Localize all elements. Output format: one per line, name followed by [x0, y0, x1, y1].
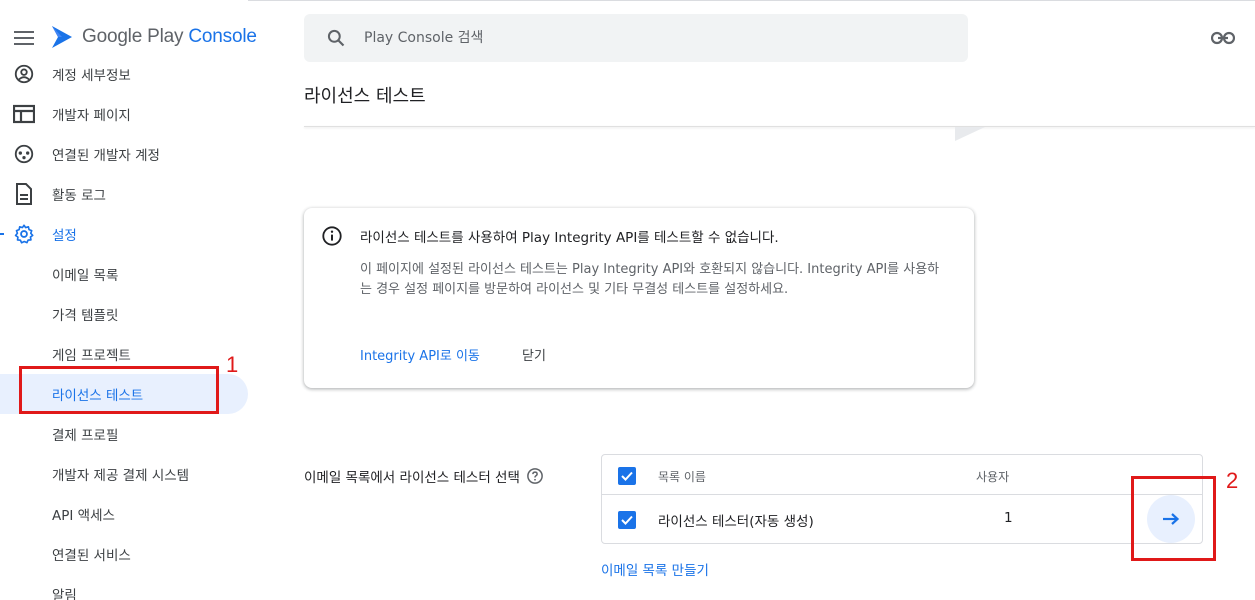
page-title: 라이선스 테스트 — [304, 86, 426, 107]
sidebar-item-activity-log[interactable]: 활동 로그 — [0, 174, 248, 214]
annotation-box-2 — [1131, 476, 1216, 561]
go-to-integrity-api-link[interactable]: Integrity API로 이동 — [360, 345, 480, 364]
sidebar-item-label: 연결된 개발자 계정 — [52, 148, 160, 164]
sidebar-item-linked-services[interactable]: 연결된 서비스 — [0, 534, 248, 574]
row-user-count: 1 — [1004, 510, 1013, 526]
linked-accounts-icon — [12, 142, 36, 166]
sidebar-item-label: 개발자 페이지 — [52, 108, 131, 124]
info-icon — [322, 226, 342, 246]
section-marker — [0, 233, 4, 235]
sidebar-item-label: 이메일 목록 — [52, 268, 119, 284]
sidebar-item-linked-developer-accounts[interactable]: 연결된 개발자 계정 — [0, 134, 248, 174]
title-divider — [304, 126, 1255, 127]
decorative-shape — [955, 127, 985, 141]
sidebar-item-label: 개발자 제공 결제 시스템 — [52, 468, 190, 484]
alert-title: 라이선스 테스트를 사용하여 Play Integrity API를 테스트할 … — [360, 230, 779, 246]
sidebar-item-developer-page[interactable]: 개발자 페이지 — [0, 94, 248, 134]
sidebar-item-label: 연결된 서비스 — [52, 548, 131, 564]
sidebar-item-label: API 액세스 — [52, 508, 115, 524]
logo-text: Google Play Console — [82, 26, 257, 48]
select-testers-label: 이메일 목록에서 라이선스 테스터 선택 — [304, 466, 544, 486]
dismiss-button[interactable]: 닫기 — [522, 345, 546, 364]
sidebar-item-settings[interactable]: 설정 — [0, 214, 248, 254]
annotation-box-1 — [19, 366, 219, 414]
sidebar-item-label: 결제 프로필 — [52, 428, 119, 444]
search-input[interactable] — [364, 30, 924, 46]
search-icon — [327, 29, 345, 47]
row-checkbox[interactable] — [618, 511, 636, 529]
sidebar-item-label: 알림 — [52, 588, 77, 600]
sidebar-item-label: 계정 세부정보 — [52, 68, 131, 84]
annotation-number-1: 1 — [226, 352, 239, 377]
sidebar-item-label: 활동 로그 — [52, 188, 106, 204]
select-testers-text: 이메일 목록에서 라이선스 테스터 선택 — [304, 470, 520, 486]
sidebar-item-payment-profile[interactable]: 결제 프로필 — [0, 414, 248, 454]
help-icon[interactable] — [526, 467, 544, 485]
row-list-name: 라이선스 테스터(자동 생성) — [658, 514, 814, 530]
annotation-number-2: 2 — [1226, 468, 1239, 493]
web-icon — [12, 102, 36, 126]
sidebar: 계정 세부정보 개발자 페이지 연결된 개발자 계정 활동 로그 설정 이메일 … — [0, 60, 248, 600]
top-border — [248, 0, 1255, 6]
create-email-list-link[interactable]: 이메일 목록 만들기 — [601, 559, 709, 579]
sidebar-item-pricing-templates[interactable]: 가격 템플릿 — [0, 294, 248, 334]
logo-console-text: Console — [188, 26, 257, 47]
sidebar-item-label: 가격 템플릿 — [52, 308, 119, 324]
menu-icon[interactable] — [14, 31, 34, 45]
gear-icon — [12, 222, 36, 246]
integrity-alert-card: 라이선스 테스트를 사용하여 Play Integrity API를 테스트할 … — [304, 208, 974, 388]
logo-google-play-text: Google Play — [82, 26, 184, 47]
table-header: 목록 이름 사용자 — [602, 455, 1202, 495]
google-play-console-logo[interactable]: Google Play Console — [50, 24, 257, 50]
sidebar-item-label: 게임 프로젝트 — [52, 348, 131, 364]
email-list-table: 목록 이름 사용자 라이선스 테스터(자동 생성) 1 — [601, 454, 1203, 544]
sidebar-item-api-access[interactable]: API 액세스 — [0, 494, 248, 534]
column-header-users: 사용자 — [976, 470, 1010, 484]
sidebar-item-developer-billing[interactable]: 개발자 제공 결제 시스템 — [0, 454, 248, 494]
alert-body: 이 페이지에 설정된 라이선스 테스트는 Play Integrity API와… — [360, 262, 940, 297]
sidebar-item-email-lists[interactable]: 이메일 목록 — [0, 254, 248, 294]
sidebar-item-label: 설정 — [52, 228, 77, 244]
sidebar-item-account-details[interactable]: 계정 세부정보 — [0, 60, 248, 94]
account-circle-icon — [12, 62, 36, 86]
search-bar[interactable] — [304, 14, 968, 62]
sidebar-item-notifications[interactable]: 알림 — [0, 574, 248, 600]
link-icon[interactable] — [1211, 28, 1235, 48]
column-header-list-name: 목록 이름 — [658, 470, 706, 484]
play-console-logo-icon — [52, 26, 72, 48]
document-icon — [12, 182, 36, 206]
select-all-checkbox[interactable] — [618, 467, 636, 485]
